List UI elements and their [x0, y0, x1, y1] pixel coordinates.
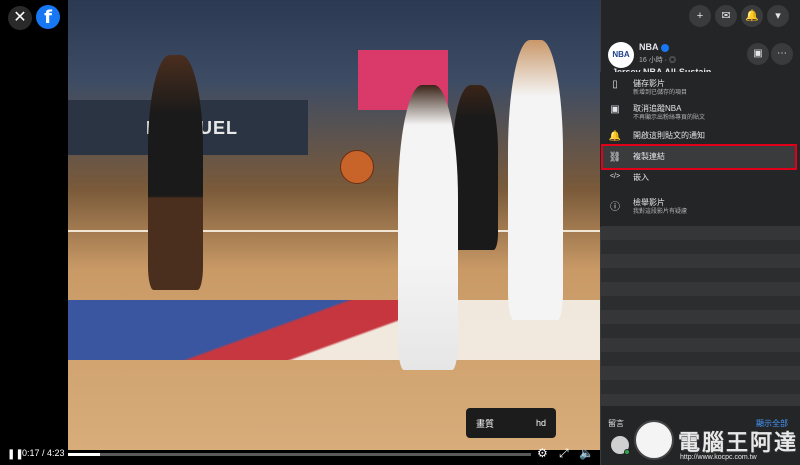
- bookmark-icon: ▯: [612, 79, 618, 90]
- watermark-logo: [634, 420, 674, 460]
- player-nets-2: [453, 85, 498, 250]
- quality-label: 畫質: [476, 418, 495, 429]
- page-name-text[interactable]: NBA: [639, 42, 659, 52]
- facebook-logo-icon[interactable]: f: [36, 5, 60, 29]
- more-options-icon[interactable]: ⋯: [771, 43, 793, 65]
- menu-label: 複製連結: [633, 152, 665, 161]
- progress-bar[interactable]: [68, 453, 531, 456]
- volume-icon[interactable]: 🔈: [579, 446, 594, 460]
- link-icon: ⛓: [608, 152, 622, 163]
- quality-menu[interactable]: 畫質 hd: [466, 408, 556, 438]
- messenger-icon[interactable]: ✉: [715, 5, 737, 27]
- menu-label: 嵌入: [633, 173, 649, 182]
- player-nets: [148, 55, 203, 290]
- video-viewer: FANDUEL ✕ f 畫質 hd ❚❚ 0:17 / 4:23 ⚙ ⤢ 🔈 +…: [0, 0, 800, 465]
- save-icon[interactable]: ▣: [747, 43, 769, 65]
- menu-item-embed[interactable]: </> 嵌入: [600, 172, 797, 183]
- menu-item-save-video[interactable]: ▯ 儲存影片新增到已儲存的項目: [600, 78, 797, 98]
- progress-fill: [68, 453, 101, 456]
- comments-header: 留言: [608, 419, 624, 428]
- online-status-icon: [624, 449, 630, 455]
- menu-item-unfollow[interactable]: ▣ 取消追蹤NBA 不再顯示出粉絲專頁的貼文: [600, 103, 797, 123]
- page-avatar[interactable]: NBA: [608, 42, 634, 68]
- basketball: [340, 150, 374, 184]
- verified-badge-icon: [660, 43, 669, 52]
- menu-label: 儲存影片: [633, 79, 665, 88]
- embed-icon: </>: [609, 173, 621, 180]
- top-nav-icons: + ✉ 🔔 ▾: [689, 5, 789, 27]
- video-player[interactable]: FANDUEL: [68, 0, 600, 450]
- watermark-url: http://www.kocpc.com.tw: [680, 454, 757, 461]
- menu-sub: 我對這段影片有疑慮: [633, 209, 688, 215]
- report-icon: ⓘ: [610, 202, 620, 213]
- globe-icon: ◎: [668, 57, 676, 64]
- post-time[interactable]: 16 小時 · ◎: [639, 55, 676, 65]
- create-icon[interactable]: +: [689, 5, 711, 27]
- fullscreen-icon[interactable]: ⤢: [559, 446, 569, 461]
- account-menu-icon[interactable]: ▾: [767, 5, 789, 27]
- menu-label: 檢舉影片: [633, 198, 665, 207]
- close-icon[interactable]: ✕: [8, 6, 32, 30]
- post-time-text[interactable]: 16 小時 ·: [639, 57, 669, 64]
- menu-item-copy-link[interactable]: ⛓ 複製連結: [600, 151, 797, 163]
- watermark-text: 電腦王阿達: [678, 430, 799, 455]
- settings-icon[interactable]: ⚙: [537, 446, 548, 460]
- notifications-icon[interactable]: 🔔: [741, 5, 763, 27]
- menu-sub: 不再顯示出粉絲專頁的貼文: [633, 115, 706, 121]
- menu-label: 取消追蹤NBA: [633, 104, 682, 113]
- player-blazers-dribbling: [398, 85, 458, 370]
- menu-label: 開啟這則貼文的通知: [633, 131, 705, 140]
- time-display: 0:17 / 4:23: [22, 448, 65, 458]
- unfollow-icon: ▣: [610, 104, 620, 115]
- blurred-comments: [601, 226, 800, 406]
- menu-item-report[interactable]: ⓘ 檢舉影片我對這段影片有疑慮: [600, 197, 797, 217]
- player-blazers-2: [508, 40, 563, 320]
- page-name[interactable]: NBA: [639, 42, 669, 52]
- quality-value[interactable]: hd: [536, 418, 546, 428]
- menu-sub: 新增到已儲存的項目: [633, 90, 688, 96]
- menu-item-notifications[interactable]: 🔔 開啟這則貼文的通知: [600, 130, 797, 142]
- video-controls: ❚❚ 0:17 / 4:23 ⚙ ⤢ 🔈: [0, 444, 600, 465]
- bell-icon: 🔔: [608, 131, 622, 142]
